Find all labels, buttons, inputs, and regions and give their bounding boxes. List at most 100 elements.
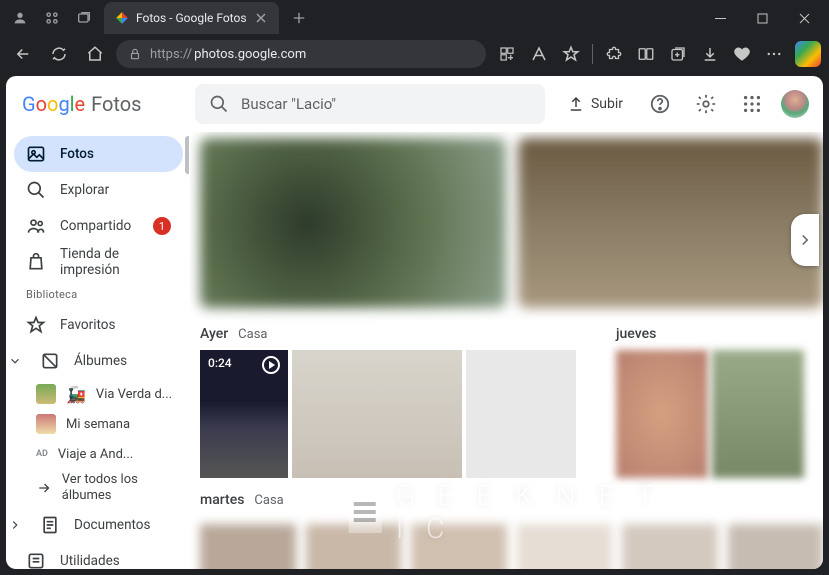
chevron-down-icon [8,351,22,371]
sidebar-item-documents[interactable]: Documentos [14,507,183,543]
photo-thumbnail[interactable] [622,524,718,569]
favorite-icon[interactable] [556,39,586,69]
sidebar-item-photos[interactable]: Fotos [14,136,183,172]
sidebar-label: Explorar [60,182,109,198]
sidebar-label: Álbumes [74,353,127,369]
star-icon [26,315,46,335]
next-featured-button[interactable] [791,214,819,266]
document-icon [40,515,60,535]
album-icon [40,351,60,371]
read-aloud-icon[interactable] [524,39,554,69]
photo-thumbnail[interactable] [411,524,507,569]
home-button[interactable] [80,39,110,69]
sidebar-item-shared[interactable]: Compartido 1 [14,208,183,244]
settings-button[interactable] [687,85,725,123]
avatar[interactable] [779,88,811,120]
sidebar-item-favorites[interactable]: Favoritos [14,307,183,343]
people-icon [26,216,46,236]
featured-photo[interactable] [200,138,506,308]
split-screen-icon[interactable] [631,39,661,69]
tabs-icon[interactable] [74,8,94,28]
workspaces-icon[interactable] [42,8,62,28]
sidebar-label: Compartido [60,218,131,234]
sidebar-label: Utilidades [60,553,120,569]
sidebar-item-explore[interactable]: Explorar [14,172,183,208]
photo-thumbnail[interactable] [200,524,296,569]
photo-thumbnail[interactable] [466,350,576,478]
more-menu-icon[interactable] [759,39,789,69]
search-icon [209,94,229,114]
upload-label: Subir [591,96,623,112]
featured-photo[interactable] [518,138,824,308]
place-label: Casa [254,493,283,508]
back-button[interactable] [8,39,38,69]
ad-badge: AD [36,449,48,459]
close-window-button[interactable] [783,2,825,34]
profile-icon[interactable] [10,8,30,28]
sidebar-label: Documentos [74,517,150,533]
browser-tab[interactable]: Fotos - Google Fotos [104,2,279,34]
album-sub-item[interactable]: AD Viaje a And... [14,439,183,469]
upload-icon [567,95,585,113]
apps-grid-button[interactable] [733,85,771,123]
view-all-albums[interactable]: Ver todos los álbumes [14,469,183,507]
photo-thumbnail[interactable] [728,524,824,569]
upload-button[interactable]: Subir [557,89,633,119]
sidebar-item-utilities[interactable]: Utilidades [14,543,183,569]
help-button[interactable] [641,85,679,123]
bag-icon [26,252,46,272]
date-label: jueves [616,326,656,342]
separator [592,44,593,64]
google-wordmark: Google [22,92,85,116]
tab-title: Fotos - Google Fotos [136,11,247,25]
copilot-icon[interactable] [795,41,821,67]
library-label: Biblioteca [14,280,183,307]
view-all-label: Ver todos los álbumes [62,472,175,503]
minimize-button[interactable] [699,2,741,34]
sidebar-item-printshop[interactable]: Tienda de impresión [14,244,183,280]
photos-favicon-icon [114,10,130,26]
photo-thumbnail[interactable] [292,350,462,478]
photo-thumbnail[interactable] [517,524,613,569]
new-tab-button[interactable] [285,4,313,32]
album-label: Viaje a And... [58,447,133,462]
health-icon[interactable] [727,39,757,69]
extensions-grid-icon[interactable] [492,39,522,69]
collections-icon[interactable] [663,39,693,69]
image-icon [26,144,46,164]
chevron-right-icon [796,231,814,249]
photo-thumbnail[interactable] [200,350,288,478]
photo-thumbnail[interactable] [306,524,402,569]
utilities-icon [26,551,46,569]
album-label: Mi semana [66,417,130,432]
google-photos-logo[interactable]: Google Fotos [18,92,183,116]
photo-thumbnail[interactable] [712,350,804,478]
date-label: Ayer [200,326,228,342]
url-prefix: https:// [150,47,192,62]
album-thumb-icon [36,414,56,434]
arrow-right-icon [36,479,52,497]
sidebar-label: Favoritos [60,317,115,333]
date-label: martes [200,492,244,508]
play-icon [262,356,280,374]
sidebar-label: Fotos [60,146,94,162]
url-host: photos.google.com [194,47,306,62]
chevron-right-icon [8,515,22,535]
ext-puzzle-icon[interactable] [599,39,629,69]
album-sub-item[interactable]: 🚂 Via Verda d... [14,379,183,409]
emoji-icon: 🚂 [66,385,86,404]
address-bar[interactable]: https://photos.google.com [116,40,486,68]
album-label: Via Verda d... [96,387,172,402]
downloads-icon[interactable] [695,39,725,69]
photo-thumbnail[interactable] [616,350,708,478]
close-tab-icon[interactable] [253,10,269,26]
search-input[interactable]: Buscar "Lacio" [195,84,545,124]
refresh-button[interactable] [44,39,74,69]
place-label: Casa [238,327,267,342]
lock-icon [128,47,142,61]
sidebar-item-albums[interactable]: Álbumes [14,343,183,379]
maximize-button[interactable] [741,2,783,34]
album-sub-item[interactable]: Mi semana [14,409,183,439]
notification-badge: 1 [153,217,171,235]
product-name: Fotos [91,92,141,116]
